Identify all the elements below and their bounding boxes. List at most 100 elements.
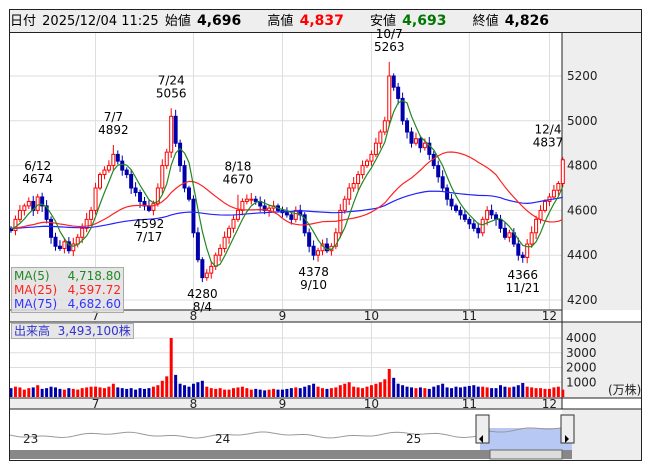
volume-bar: [200, 380, 204, 397]
candle-down: [498, 218, 503, 229]
candle-up: [351, 183, 356, 189]
annotation-date: 11/21: [505, 281, 540, 295]
volume-bar: [423, 388, 427, 397]
volume-bar: [18, 387, 22, 397]
volume-bar: [249, 389, 253, 397]
volume-bar: [227, 389, 231, 397]
volume-bar: [129, 388, 133, 397]
annotation-date: 10/7: [376, 27, 403, 41]
candle-up: [413, 138, 418, 144]
volume-tick-label: 2000: [566, 361, 597, 375]
volume-bar: [552, 387, 556, 397]
price-tick-label: 4600: [567, 203, 598, 217]
candlestick-chart[interactable]: 4200 4400 4600 4800 5000 5200 1000200030004000…: [10, 10, 641, 460]
volume-bar: [374, 383, 378, 397]
volume-bar: [80, 388, 84, 397]
candle-up: [560, 159, 565, 185]
candle-down: [138, 191, 143, 202]
candle-up: [365, 160, 369, 167]
navigator[interactable]: 23 24 25: [10, 414, 575, 460]
volume-bar: [307, 385, 311, 397]
candle-down: [289, 214, 294, 220]
volume-unit-label: (万株): [608, 382, 641, 397]
volume-bar: [120, 388, 124, 397]
candle-down: [178, 142, 183, 167]
volume-bar: [218, 388, 222, 397]
volume-bar: [485, 387, 489, 397]
volume-bar: [272, 388, 276, 397]
ma25-label: MA(25): [14, 283, 58, 297]
candle-up: [204, 272, 209, 279]
volume-bar: [289, 388, 293, 397]
ma75-value: 4,682.60: [67, 297, 121, 311]
volume-bar: [160, 380, 164, 397]
volume-bar: [387, 368, 391, 397]
candle-down: [462, 214, 467, 220]
navigator-scroll-thumb[interactable]: [489, 449, 563, 460]
ma25-value: 4,597.72: [67, 283, 121, 297]
annotation-date: 8/18: [224, 160, 251, 174]
candle-down: [307, 232, 312, 247]
candle-up: [26, 200, 31, 207]
annotation-date: 6/12: [24, 159, 51, 173]
volume-tick-label: 1000: [566, 375, 597, 389]
volume-bar: [325, 388, 329, 397]
volume-bar: [263, 390, 267, 397]
annotation-value: 4670: [223, 173, 254, 187]
volume-bar: [27, 388, 31, 397]
volume-bar: [214, 388, 218, 397]
volume-bar: [450, 388, 454, 397]
candle-down: [449, 198, 454, 207]
volume-bar: [432, 386, 436, 397]
volume-bar: [329, 388, 333, 397]
volume-bar: [499, 385, 502, 397]
volume-bar: [245, 388, 249, 397]
volume-bar: [543, 388, 547, 397]
volume-bar: [458, 387, 462, 397]
candle-down: [57, 245, 62, 249]
volume-bar: [236, 387, 240, 397]
candle-up: [231, 218, 236, 229]
volume-bar: [174, 374, 178, 397]
candle-up: [360, 165, 365, 176]
volume-bar: [441, 383, 445, 397]
annotation-value: 4592: [134, 217, 165, 231]
month-label: 9: [279, 309, 287, 323]
candle-up: [17, 209, 22, 220]
volume-bar: [156, 385, 160, 397]
candle-down: [440, 176, 445, 189]
candle-down: [396, 86, 401, 99]
navigator-year-label: 24: [215, 432, 230, 446]
volume-bar: [76, 389, 80, 397]
volume-bar: [414, 388, 418, 397]
volume-bar: [383, 379, 387, 397]
volume-bar: [525, 386, 529, 397]
candle-down: [200, 259, 205, 279]
candle-down: [115, 153, 120, 162]
candle-down: [173, 115, 178, 144]
candle-up: [373, 142, 378, 155]
volume-bar: [392, 377, 396, 397]
stock-chart-panel: 日付 2025/12/04 11:25 始値 4,696 高値 4,837 安値…: [9, 9, 642, 461]
annotation-value: 4674: [22, 172, 53, 186]
candle-up: [89, 209, 94, 220]
volume-bar: [134, 389, 138, 397]
candle-up: [209, 265, 214, 274]
candle-up: [111, 153, 116, 167]
volume-bar: [178, 383, 182, 397]
volume-bar: [183, 385, 187, 397]
volume-tick-label: 3000: [566, 346, 597, 360]
price-tick-label: 5000: [567, 114, 598, 128]
volume-bar: [94, 386, 98, 397]
annotation-date: 12/4: [535, 122, 562, 136]
candle-down: [311, 245, 316, 256]
candle-down: [454, 205, 458, 211]
volume-bar: [418, 387, 422, 397]
volume-bar: [405, 386, 409, 397]
candle-up: [422, 142, 427, 149]
candle-up: [382, 120, 387, 133]
annotation-date: 7/17: [135, 230, 162, 244]
volume-bar: [476, 386, 480, 397]
volume-bar: [151, 386, 155, 397]
volume-bar: [556, 386, 560, 397]
